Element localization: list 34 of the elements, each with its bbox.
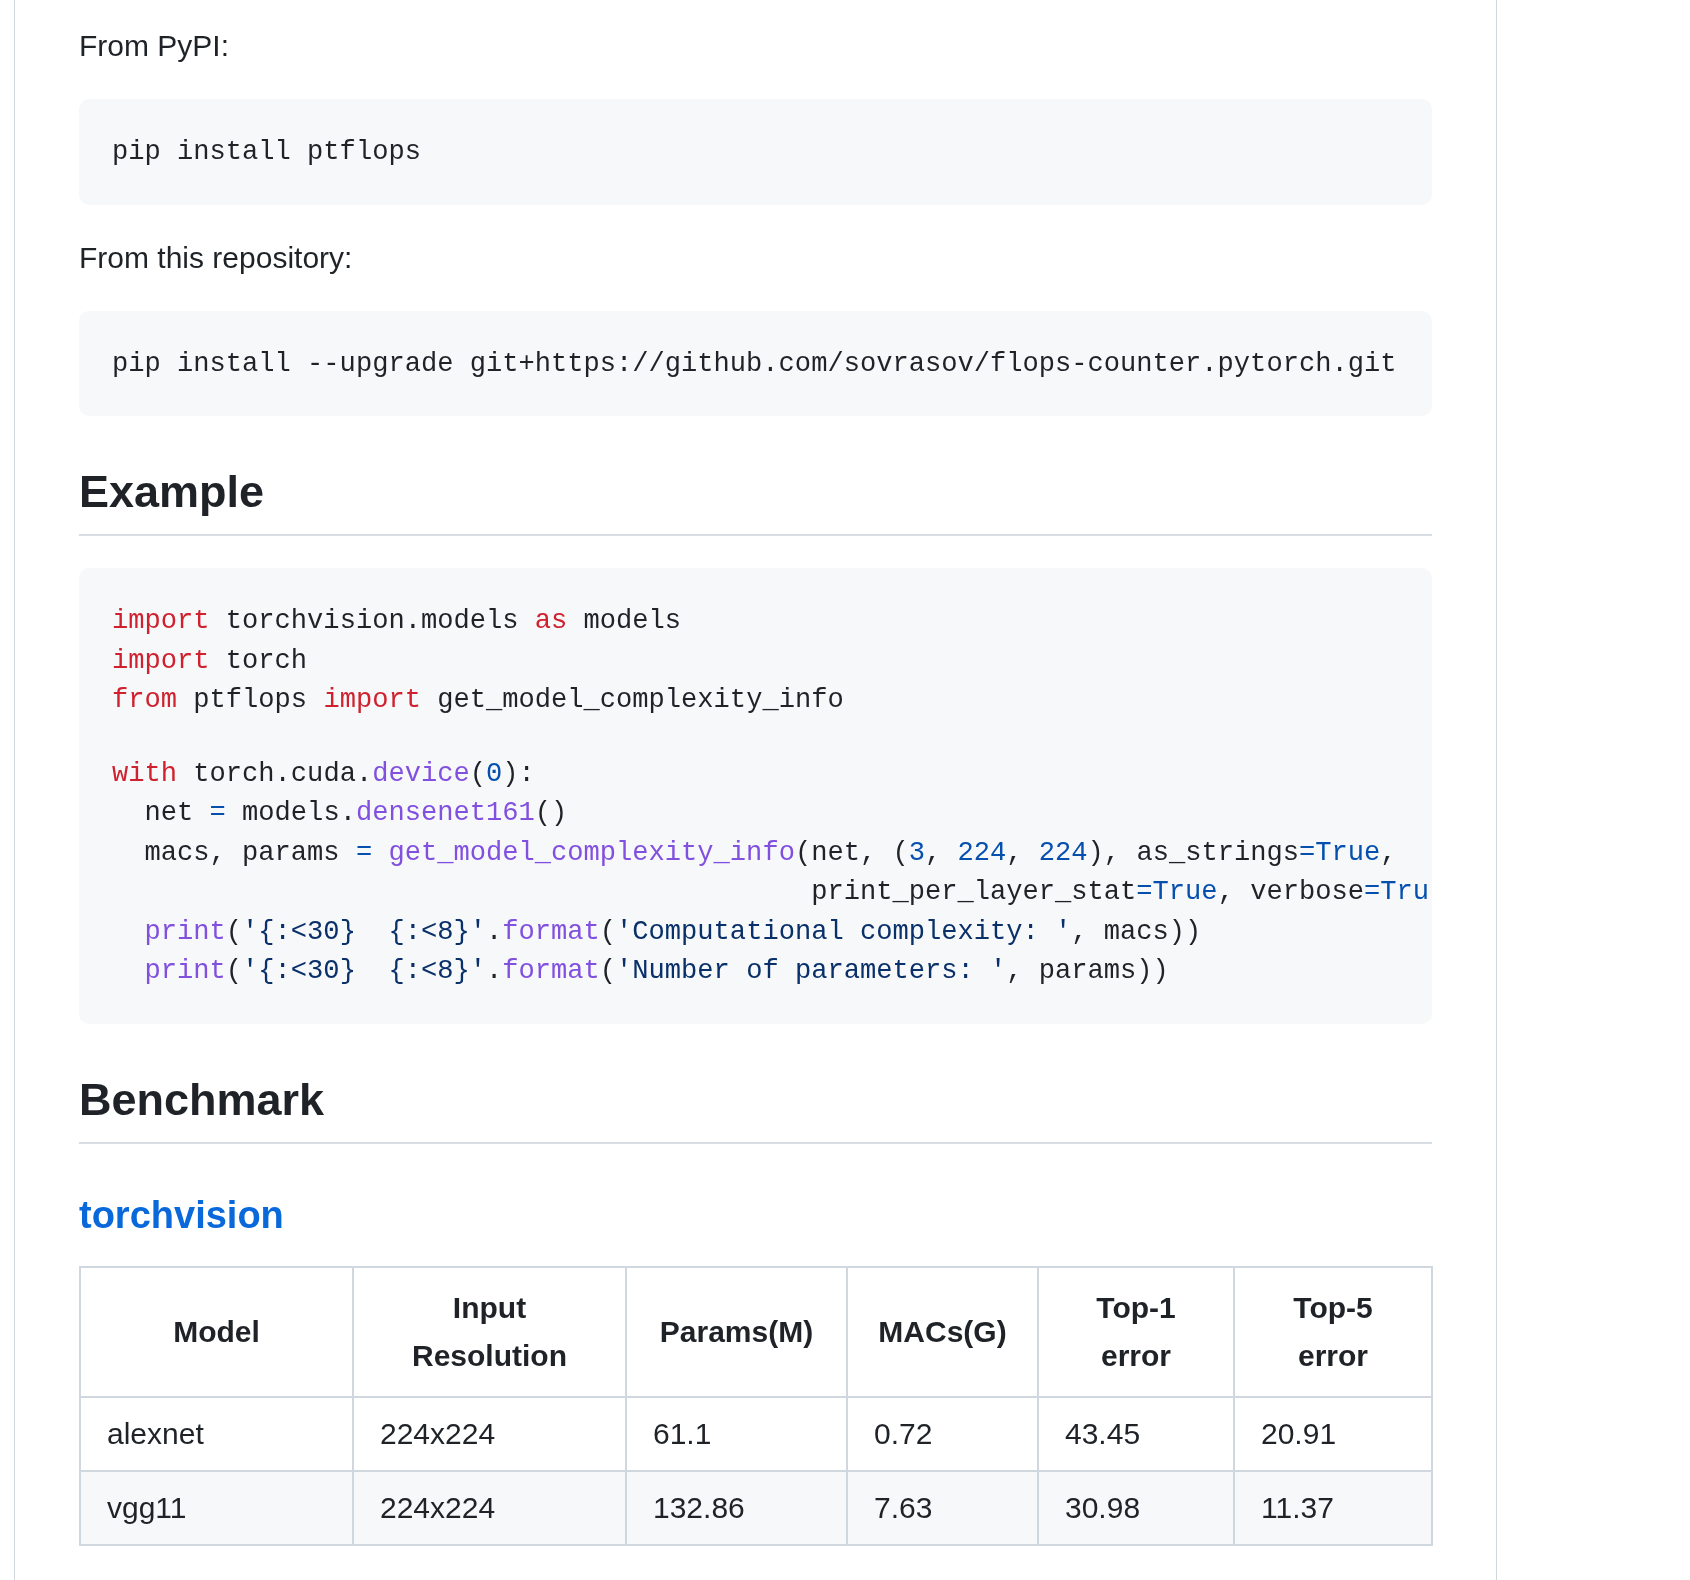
table-cell: 20.91 <box>1234 1396 1432 1471</box>
subsection-heading: torchvision <box>79 1193 285 1238</box>
table-cell: 7.63 <box>847 1470 1038 1545</box>
table-cell: alexnet <box>80 1396 353 1471</box>
column-header: MACs(G) <box>847 1266 1038 1397</box>
code-line: print('{:<30} {:<8}'.format('Computational complexity: ', macs)) <box>144 914 1202 949</box>
table-cell: 224x224 <box>353 1470 626 1545</box>
column-header: Top-1 error <box>1038 1266 1234 1397</box>
paragraph: From this repository: <box>79 239 354 276</box>
table-cell: 0.72 <box>847 1396 1038 1471</box>
code-block: pip install --upgrade git+https://github.com/sovrasov/flops-counter.pytorch.git <box>79 310 1432 416</box>
code-line: import torchvision.models as models <box>112 604 682 639</box>
column-header: Model <box>80 1266 353 1397</box>
code-line: macs, params = get_model_complexity_info(net, (3, 224, 224), as_strings=True, <box>144 835 1397 870</box>
column-header: Top-5 error <box>1234 1266 1432 1397</box>
code-line: print('{:<30} {:<8}'.format('Number of parameters: ', params)) <box>144 954 1169 989</box>
paragraph: From PyPI: <box>79 28 230 64</box>
column-header: Input Resolution <box>353 1266 626 1397</box>
table-cell: 11.37 <box>1234 1470 1432 1545</box>
code-line: from ptflops import get_model_complexity_info <box>112 683 844 718</box>
section-heading: Example <box>79 464 1432 537</box>
code-line: net = models.densenet161() <box>144 796 568 831</box>
table-cell: vgg11 <box>80 1470 353 1545</box>
code-line: with torch.cuda.device(0): <box>112 756 535 791</box>
table-cell: 30.98 <box>1038 1470 1234 1545</box>
table-cell: 43.45 <box>1038 1396 1234 1471</box>
code-block: pip install ptflops <box>79 99 1432 205</box>
table-cell: 224x224 <box>353 1396 626 1471</box>
table-cell: 61.1 <box>626 1396 847 1471</box>
table-cell: 132.86 <box>626 1470 847 1545</box>
code-line: print_per_layer_stat=True, verbose=Tru <box>810 875 1429 910</box>
section-heading: Benchmark <box>79 1071 1432 1144</box>
code-line: import torch <box>112 643 308 678</box>
column-header: Params(M) <box>626 1266 847 1397</box>
